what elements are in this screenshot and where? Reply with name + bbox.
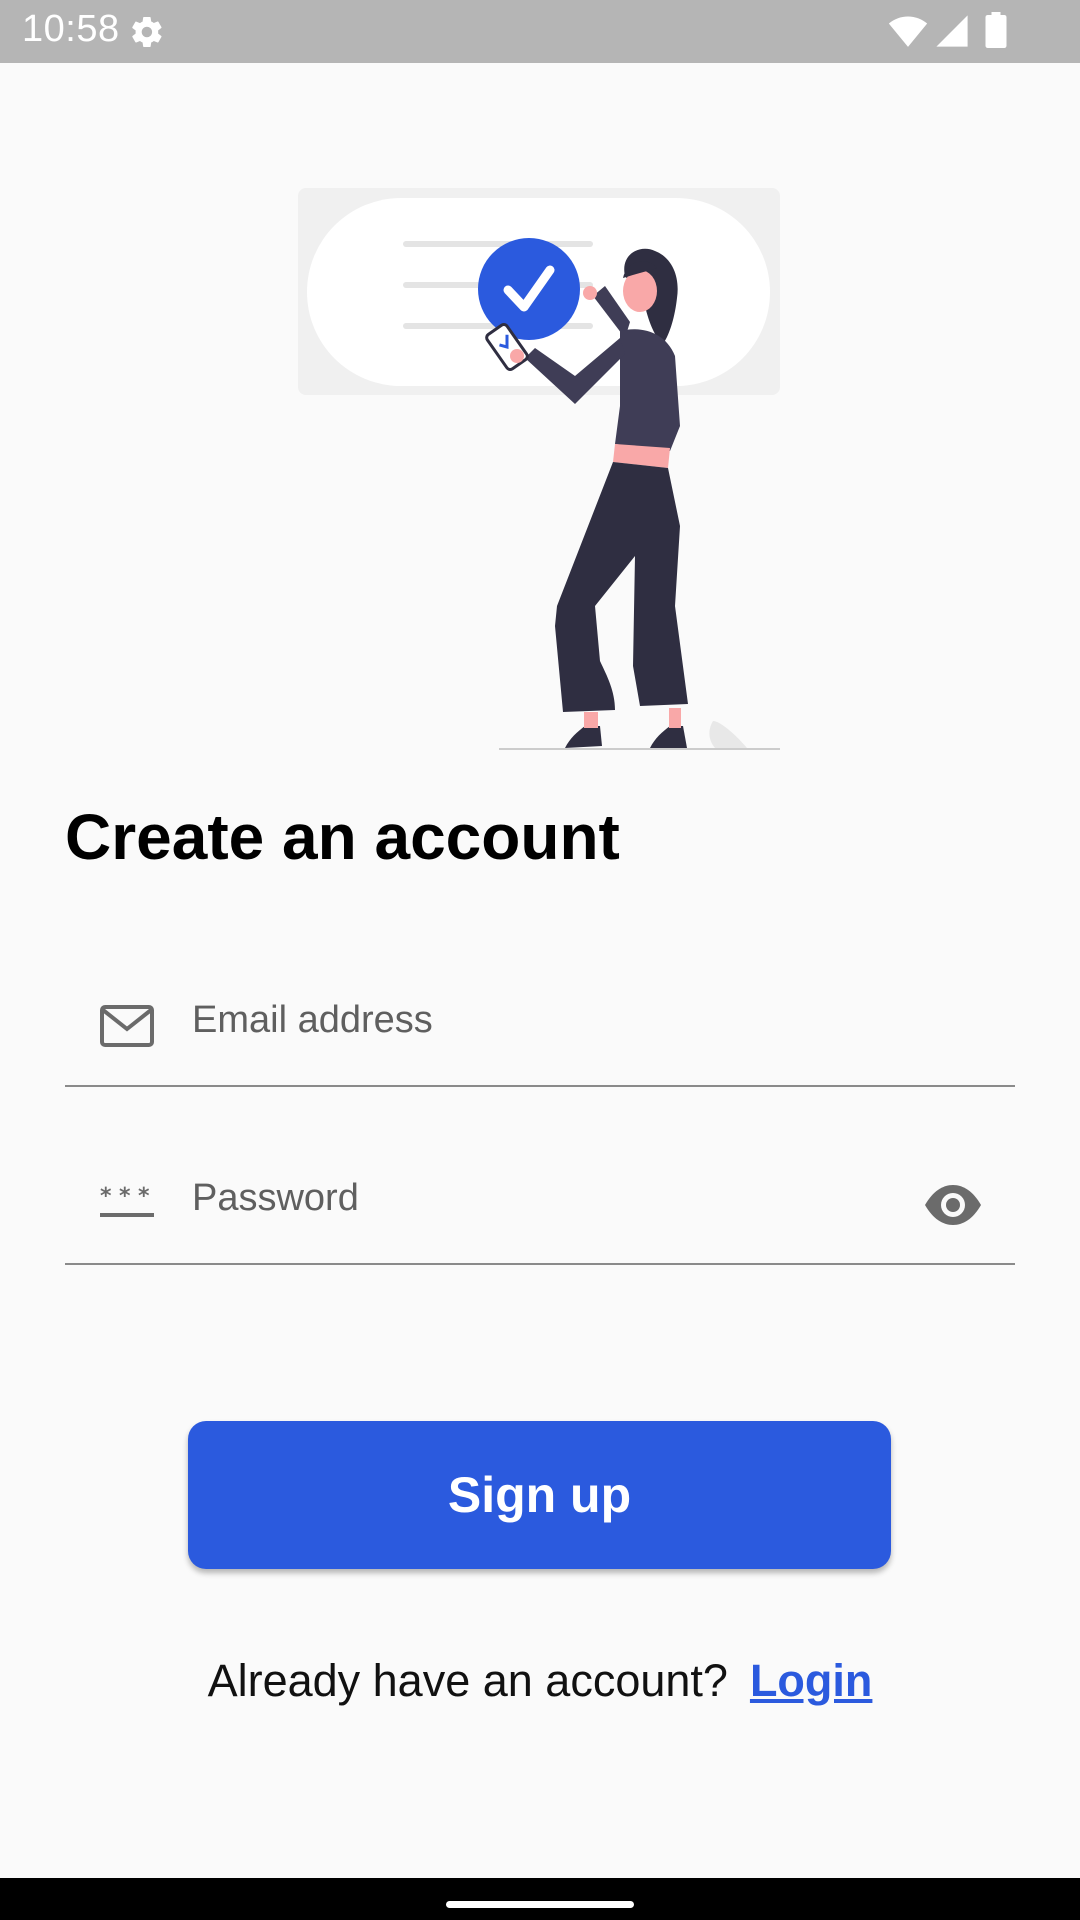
svg-text:*: * <box>119 1184 131 1209</box>
battery-icon <box>985 12 1007 48</box>
login-link[interactable]: Login <box>750 1655 872 1706</box>
wifi-icon <box>888 16 928 47</box>
svg-text:*: * <box>138 1184 150 1209</box>
signal-icon <box>936 15 968 47</box>
home-handle[interactable] <box>446 1901 634 1908</box>
woman-checkmark-illustration <box>298 188 780 750</box>
signup-screen: 10:58 Create an account Email address * … <box>0 0 1080 1920</box>
email-input[interactable] <box>192 985 892 1055</box>
svg-text:*: * <box>100 1184 112 1209</box>
mail-icon <box>100 1005 154 1047</box>
password-asterisk-icon: * * * <box>100 1184 154 1217</box>
email-field[interactable] <box>65 965 1015 1087</box>
login-prompt-row: Already have an account? Login <box>0 1655 1080 1707</box>
page-title: Create an account <box>65 801 620 873</box>
gear-icon <box>132 16 162 48</box>
eye-icon[interactable] <box>923 1183 983 1227</box>
status-bar: 10:58 <box>0 0 1080 63</box>
password-field[interactable]: * * * <box>65 1143 1015 1265</box>
navigation-bar <box>0 1878 1080 1920</box>
status-time: 10:58 <box>22 8 120 50</box>
signup-button[interactable]: Sign up <box>188 1421 891 1569</box>
login-prompt-text: Already have an account? <box>207 1655 728 1706</box>
password-input[interactable] <box>192 1163 892 1233</box>
